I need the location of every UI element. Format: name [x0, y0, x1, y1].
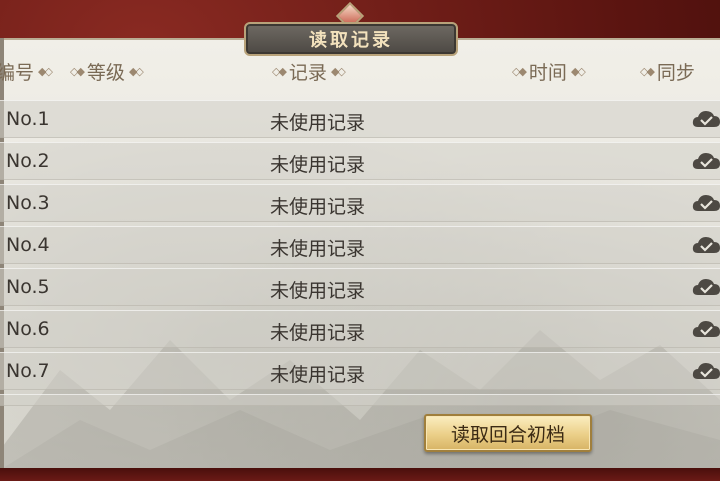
cloud-check-icon[interactable] [692, 235, 720, 255]
load-turn-start-button[interactable]: 读取回合初档 [424, 414, 592, 452]
cloud-check-icon[interactable] [692, 193, 720, 213]
slot-record: 未使用记录 [270, 238, 366, 260]
cloud-check-icon[interactable] [692, 151, 720, 171]
cloud-check-icon[interactable] [692, 109, 720, 129]
dialog-title: 读取记录 [309, 30, 393, 51]
slot-record: 未使用记录 [270, 112, 366, 134]
scroll-ornament-icon: ◇◆ [70, 65, 85, 78]
slot-number: No.2 [6, 150, 50, 172]
slot-number: No.1 [6, 108, 50, 130]
scroll-ornament-icon: ◇◆ [512, 65, 527, 78]
cloud-check-icon[interactable] [692, 277, 720, 297]
slot-number: No.5 [6, 276, 50, 298]
dialog-title-plaque: 读取记录 [244, 22, 458, 56]
scroll-ornament-icon: ◇◆ [640, 65, 655, 78]
slot-record: 未使用记录 [270, 364, 366, 386]
slot-record: 未使用记录 [270, 280, 366, 302]
scroll-ornament-icon: ◆◇ [330, 65, 346, 78]
header-level: ◇◆ 等级 ◆◇ [70, 58, 144, 85]
slot-number: No.7 [6, 360, 50, 382]
header-time: ◇◆ 时间 ◆◇ [512, 58, 586, 85]
slot-number: No.4 [6, 234, 50, 256]
slot-number: No.3 [6, 192, 50, 214]
slot-record: 未使用记录 [270, 322, 366, 344]
slot-record: 未使用记录 [270, 154, 366, 176]
save-slot-row[interactable]: No.7 未使用记录 [0, 352, 720, 390]
scroll-ornament-icon: ◆◇ [570, 65, 586, 78]
scroll-ornament-icon: ◆◇ [128, 65, 144, 78]
cloud-check-icon[interactable] [692, 361, 720, 381]
cloud-check-icon[interactable] [692, 319, 720, 339]
header-level-label: 等级 [86, 62, 125, 84]
table-header: 编号 ◆◇ ◇◆ 等级 ◆◇ ◇◆ 记录 ◆◇ ◇◆ 时间 ◆◇ ◇◆ 同步 [0, 58, 720, 88]
save-slot-row[interactable]: No.4 未使用记录 [0, 226, 720, 264]
frame-bottom-bar [0, 468, 720, 481]
header-id: 编号 ◆◇ [0, 58, 53, 85]
header-sync-label: 同步 [656, 62, 695, 84]
header-time-label: 时间 [528, 62, 567, 84]
header-record-label: 记录 [288, 62, 327, 84]
save-slot-row[interactable]: No.3 未使用记录 [0, 184, 720, 222]
header-record: ◇◆ 记录 ◆◇ [272, 58, 346, 85]
slot-number: No.6 [6, 318, 50, 340]
header-sync: ◇◆ 同步 [640, 58, 695, 85]
save-slot-row[interactable]: No.1 未使用记录 [0, 100, 720, 138]
slot-record: 未使用记录 [270, 196, 366, 218]
header-id-label: 编号 [0, 62, 35, 84]
save-slot-row-partial [0, 394, 720, 406]
save-slot-row[interactable]: No.5 未使用记录 [0, 268, 720, 306]
save-slot-row[interactable]: No.2 未使用记录 [0, 142, 720, 180]
scroll-ornament-icon: ◆◇ [38, 65, 53, 78]
scroll-ornament-icon: ◇◆ [272, 65, 287, 78]
save-slot-row[interactable]: No.6 未使用记录 [0, 310, 720, 348]
